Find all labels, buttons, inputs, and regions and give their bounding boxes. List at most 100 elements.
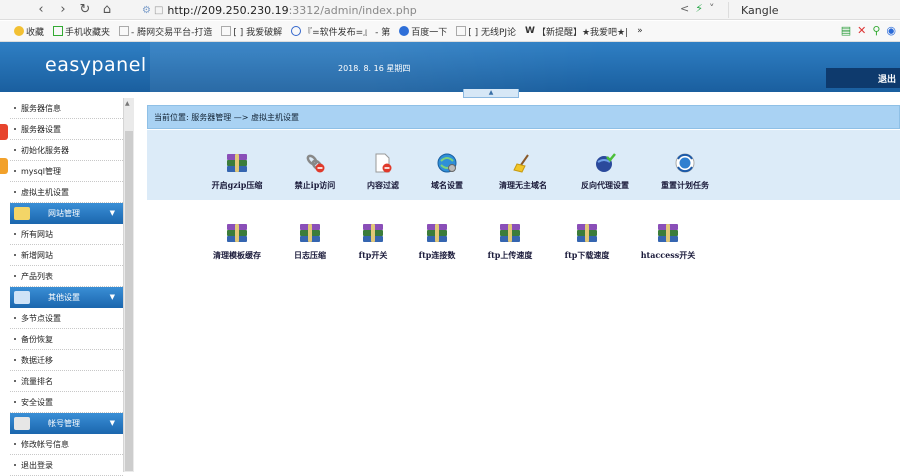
dropdown-icon[interactable]: ˅ xyxy=(709,2,715,15)
shield-icon: ⚙ xyxy=(142,4,151,16)
breadcrumb: 当前位置: 服务器管理 —> 虚拟主机设置 xyxy=(147,105,900,129)
chevron-down-icon: ▼ xyxy=(109,293,115,301)
sidebar-item-edit-account[interactable]: 修改帐号信息 xyxy=(10,434,123,455)
chevron-down-icon: ▼ xyxy=(109,419,115,427)
page-icon xyxy=(119,26,130,36)
bookmark-item[interactable]: - 腾网交易平台-打造 xyxy=(119,25,212,38)
tool-ftp-download-speed[interactable]: ftp下载速度 xyxy=(547,222,627,261)
collapse-header-toggle[interactable]: ▲ xyxy=(463,89,519,98)
tool-reverse-proxy[interactable]: 反向代理设置 xyxy=(565,152,645,191)
bookmark-item[interactable]: [ ] 我爱破解 xyxy=(221,25,282,38)
paw-icon xyxy=(399,26,410,36)
lightning-icon[interactable]: ⚡ xyxy=(695,2,703,15)
archive-icon xyxy=(657,222,679,244)
sidebar-section-other[interactable]: 其他设置 ▼ xyxy=(10,287,123,308)
game-icon[interactable]: ◉ xyxy=(886,24,896,37)
archive-icon xyxy=(499,222,521,244)
sidebar-item-multi-node[interactable]: 多节点设置 xyxy=(10,308,123,329)
tool-ftp-upload-speed[interactable]: ftp上传速度 xyxy=(470,222,550,261)
back-icon[interactable]: ‹ xyxy=(30,0,52,20)
bookmarks-bar: 收藏 手机收藏夹 - 腾网交易平台-打造 [ ] 我爱破解 『=软件发布=』 -… xyxy=(0,21,900,42)
sidebar-section-site[interactable]: 网站管理 ▼ xyxy=(10,203,123,224)
tools-icon xyxy=(14,291,30,304)
archive-icon xyxy=(426,222,448,244)
app-logo: easypanel xyxy=(45,54,147,76)
sidebar-item-init-server[interactable]: 初始化服务器 xyxy=(10,140,123,161)
link-block-icon xyxy=(304,152,326,174)
star-icon xyxy=(14,26,24,36)
archive-icon xyxy=(362,222,384,244)
chevron-up-icon: ▲ xyxy=(488,89,494,96)
monitor-icon xyxy=(14,417,30,430)
archive-icon xyxy=(226,222,248,244)
address-bar[interactable]: ⚙ □ http://209.250.230.19:3312/admin/ind… xyxy=(142,2,677,18)
reload-icon[interactable]: ↻ xyxy=(74,0,96,20)
sidebar-item-server-settings[interactable]: 服务器设置 xyxy=(10,119,123,140)
tool-clear-template-cache[interactable]: 清理模板缓存 xyxy=(197,222,277,261)
forward-icon[interactable]: › xyxy=(52,0,74,20)
archive-icon xyxy=(226,152,248,174)
app-header: easypanel 2018. 8. 16 星期四 退出 xyxy=(0,42,900,92)
app-icon[interactable] xyxy=(0,124,8,140)
bookmark-item[interactable]: W 【新提醒】★我爱吧★| xyxy=(525,25,628,38)
url-path: :3312/admin/index.php xyxy=(288,3,417,17)
header-date: 2018. 8. 16 星期四 xyxy=(338,64,411,73)
bookmark-item[interactable]: 『=软件发布=』 - 第 xyxy=(291,25,390,38)
at-icon xyxy=(291,26,302,36)
sidebar-scrollbar[interactable]: ▲ xyxy=(123,98,134,472)
extension-icon[interactable]: ▤ xyxy=(841,24,851,37)
sidebar-item-mysql[interactable]: mysql管理 xyxy=(10,161,123,182)
url-host: http://209.250.230.19 xyxy=(167,3,289,17)
book-icon xyxy=(14,207,30,220)
sidebar-item-security[interactable]: 安全设置 xyxy=(10,392,123,413)
tool-ftp-connections[interactable]: ftp连接数 xyxy=(397,222,477,261)
globe-check-icon xyxy=(594,152,616,174)
tools-panel: 开启gzip压缩 禁止ip访问 内容过滤 域名设置 清理无主域名 反向代理设置 xyxy=(147,130,900,200)
sidebar-nav: 服务器信息 服务器设置 初始化服务器 mysql管理 虚拟主机设置 网站管理 ▼ … xyxy=(10,98,123,476)
tool-reset-cron[interactable]: 重置计划任务 xyxy=(645,152,725,191)
page-icon xyxy=(221,26,232,36)
archive-icon xyxy=(576,222,598,244)
tool-htaccess-switch[interactable]: htaccess开关 xyxy=(628,222,708,261)
bookmark-item[interactable]: 收藏 xyxy=(14,25,44,38)
sidebar-item-products[interactable]: 产品列表 xyxy=(10,266,123,287)
share-icon[interactable]: < xyxy=(680,2,689,15)
scrollbar-thumb[interactable] xyxy=(125,131,133,471)
sidebar-item-backup[interactable]: 备份恢复 xyxy=(10,329,123,350)
page-icon xyxy=(456,26,467,36)
bookmark-item[interactable]: 百度一下 xyxy=(399,25,447,38)
bookmark-item[interactable]: [ ] 无线PJ论 xyxy=(456,25,516,38)
tool-gzip[interactable]: 开启gzip压缩 xyxy=(197,152,277,191)
sidebar-item-server-info[interactable]: 服务器信息 xyxy=(10,98,123,119)
sidebar-item-logout[interactable]: 退出登录 xyxy=(10,455,123,476)
bookmark-item[interactable]: 手机收藏夹 xyxy=(53,25,110,38)
side-app-strip xyxy=(0,42,10,472)
search-text: Kangle xyxy=(741,3,779,17)
sidebar-section-account[interactable]: 帐号管理 ▼ xyxy=(10,413,123,434)
sidebar-item-traffic-rank[interactable]: 流量排名 xyxy=(10,371,123,392)
sidebar-item-add-site[interactable]: 新增网站 xyxy=(10,245,123,266)
page-icon: □ xyxy=(153,4,164,16)
refresh-globe-icon xyxy=(674,152,696,174)
tool-clean-domains[interactable]: 清理无主域名 xyxy=(483,152,563,191)
document-block-icon xyxy=(372,152,394,174)
search-icon[interactable]: ⚲ xyxy=(872,24,880,37)
broom-icon xyxy=(512,152,534,174)
bookmarks-overflow[interactable]: » xyxy=(637,26,643,36)
sidebar-item-migrate[interactable]: 数据迁移 xyxy=(10,350,123,371)
scissors-icon[interactable]: ✕ xyxy=(857,24,866,37)
search-input[interactable]: Kangle xyxy=(728,2,896,18)
sidebar-item-vhost-settings[interactable]: 虚拟主机设置 xyxy=(10,182,123,203)
home-icon[interactable]: ⌂ xyxy=(96,0,118,20)
address-actions: < ⚡ ˅ xyxy=(680,2,714,15)
logout-button[interactable]: 退出 xyxy=(826,68,900,88)
sidebar-item-all-sites[interactable]: 所有网站 xyxy=(10,224,123,245)
chevron-down-icon: ▼ xyxy=(109,209,115,217)
scroll-up-icon[interactable]: ▲ xyxy=(125,100,130,107)
app-icon[interactable] xyxy=(0,158,8,174)
archive-icon xyxy=(299,222,321,244)
tool-domain-settings[interactable]: 域名设置 xyxy=(407,152,487,191)
w-logo-icon: W xyxy=(525,26,535,36)
toolbar-extensions: ▤ ✕ ⚲ ◉ xyxy=(841,24,896,37)
globe-gear-icon xyxy=(436,152,458,174)
